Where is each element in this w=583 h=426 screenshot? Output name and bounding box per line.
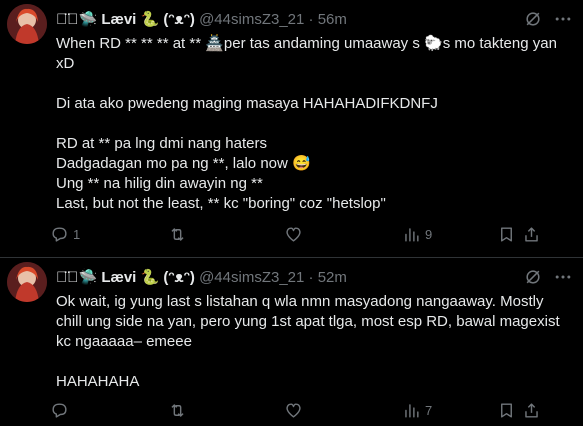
handle[interactable]: @44simsZ3_21 (199, 11, 304, 28)
bookmark-button[interactable] (497, 398, 516, 422)
views-count: 7 (425, 402, 433, 418)
timestamp[interactable]: 52m (318, 269, 347, 286)
retweet-icon (171, 403, 184, 417)
views-icon (405, 403, 419, 418)
share-button[interactable] (522, 222, 541, 246)
like-button[interactable] (284, 398, 307, 422)
handle[interactable]: @44simsZ3_21 (199, 269, 304, 286)
tweet-text: When RD ** ** ** at ** 🏯per tas andaming… (56, 35, 557, 212)
avatar[interactable] (7, 262, 47, 302)
reply-button[interactable] (50, 398, 73, 422)
share-icon (525, 402, 538, 418)
bookmark-icon (501, 226, 512, 242)
bookmark-icon (501, 402, 512, 418)
more-icon[interactable] (553, 267, 575, 289)
display-name[interactable]: ◡̈⃝🛸 Lævi 🐍 (ᵔᴥᵔ) (56, 11, 195, 28)
reply-icon (52, 402, 67, 418)
views-button[interactable]: 9 (402, 222, 432, 246)
grok-icon[interactable] (523, 9, 545, 31)
more-icon[interactable] (553, 9, 575, 31)
like-icon (286, 402, 301, 418)
separator: · (308, 11, 314, 28)
share-icon (525, 226, 538, 242)
timestamp[interactable]: 56m (318, 11, 347, 28)
like-icon (286, 226, 301, 242)
tweet-header: ◡̈⃝🛸 Lævi 🐍 (ᵔᴥᵔ) @44simsZ3_21 · 52m (56, 268, 347, 288)
views-count: 9 (425, 226, 433, 242)
share-button[interactable] (522, 398, 541, 422)
separator: · (308, 269, 314, 286)
views-button[interactable]: 7 (402, 398, 432, 422)
views-icon (405, 227, 419, 242)
reply-button[interactable]: 1 (50, 222, 80, 246)
tweet-text: Ok wait, ig yung last s listahan q wla n… (56, 293, 560, 390)
tweet-header: ◡̈⃝🛸 Lævi 🐍 (ᵔᴥᵔ) @44simsZ3_21 · 56m (56, 10, 347, 30)
retweet-button[interactable] (168, 398, 191, 422)
tweet[interactable]: ◡̈⃝🛸 Lævi 🐍 (ᵔᴥᵔ) @44simsZ3_21 · 56m Whe… (0, 0, 583, 258)
retweet-icon (171, 227, 184, 241)
retweet-button[interactable] (168, 222, 191, 246)
display-name[interactable]: ◡̈⃝🛸 Lævi 🐍 (ᵔᴥᵔ) (56, 269, 195, 286)
tweet[interactable]: ◡̈⃝🛸 Lævi 🐍 (ᵔᴥᵔ) @44simsZ3_21 · 52m Ok … (0, 258, 583, 426)
bookmark-button[interactable] (497, 222, 516, 246)
grok-icon[interactable] (523, 267, 545, 289)
like-button[interactable] (284, 222, 307, 246)
tweet-actions: 7 (50, 398, 580, 422)
reply-count: 1 (73, 226, 81, 242)
reply-icon (52, 226, 67, 242)
tweet-actions: 1 9 (50, 222, 580, 246)
avatar[interactable] (7, 4, 47, 44)
